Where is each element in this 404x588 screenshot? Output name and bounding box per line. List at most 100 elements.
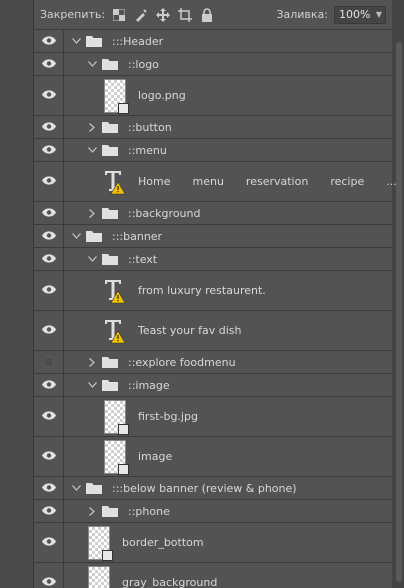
chevron-down-icon[interactable] (86, 382, 98, 388)
visibility-toggle[interactable] (34, 139, 64, 161)
visibility-toggle[interactable] (34, 202, 64, 224)
layer-group-row[interactable]: ::background (34, 202, 392, 225)
eye-icon (41, 175, 56, 188)
layer-group-row[interactable]: :::banner (34, 225, 392, 248)
layer-group-name: ::explore foodmenu (128, 355, 236, 369)
visibility-toggle[interactable] (34, 437, 64, 476)
layer-row[interactable]: border_bottom (34, 523, 392, 563)
smart-object-icon (102, 549, 113, 561)
layer-group-row[interactable]: ::phone (34, 500, 392, 523)
layer-group-name: ::menu (128, 143, 167, 157)
folder-icon (102, 58, 118, 70)
folder-icon (86, 35, 102, 47)
visibility-toggle[interactable] (34, 500, 64, 522)
visibility-toggle[interactable] (34, 351, 64, 373)
layer-row[interactable]: gray_background (34, 563, 392, 588)
fill-opacity-value: 100% (339, 8, 371, 21)
text-layer-warning-icon (104, 169, 126, 195)
folder-icon (102, 121, 118, 133)
layer-group-row[interactable]: :::below banner (review & phone) (34, 477, 392, 500)
layer-name: gray_background (122, 576, 218, 588)
layer-group-row[interactable]: ::menu (34, 139, 392, 162)
layer-group-row[interactable]: :::Header (34, 30, 392, 53)
hidden-visibility-box (43, 357, 54, 367)
visibility-toggle[interactable] (34, 477, 64, 499)
folder-icon (102, 253, 118, 265)
chevron-right-icon[interactable] (86, 357, 98, 367)
chevron-right-icon[interactable] (86, 208, 98, 218)
chevron-down-icon[interactable] (86, 61, 98, 67)
chevron-down-icon[interactable] (70, 233, 82, 239)
chevron-down-icon[interactable]: ▼ (376, 10, 385, 19)
chevron-down-icon[interactable] (86, 147, 98, 153)
layer-group-row[interactable]: ::text (34, 248, 392, 271)
text-layer-warning-icon (104, 318, 126, 344)
layer-group-name: :::Header (112, 34, 164, 48)
layer-group-name: ::phone (128, 504, 170, 518)
folder-icon (102, 207, 118, 219)
eye-icon (41, 253, 56, 266)
lock-all-icon[interactable] (199, 7, 215, 23)
visibility-toggle[interactable] (34, 248, 64, 270)
visibility-toggle[interactable] (34, 53, 64, 75)
eye-icon (41, 505, 56, 518)
visibility-toggle[interactable] (34, 116, 64, 138)
layer-group-name: ::logo (128, 57, 159, 71)
layer-name: logo.png (138, 89, 186, 102)
visibility-toggle[interactable] (34, 225, 64, 247)
folder-icon (102, 356, 118, 368)
visibility-toggle[interactable] (34, 162, 64, 201)
fill-label: Заливка: (276, 8, 328, 21)
smart-object-icon (118, 102, 129, 114)
layer-row[interactable]: Teast your fav dish (34, 311, 392, 351)
eye-icon (41, 207, 56, 220)
layer-name: Teast your fav dish (138, 324, 242, 337)
scrollbar-thumb[interactable] (396, 42, 402, 582)
folder-icon (102, 144, 118, 156)
eye-icon (41, 379, 56, 392)
layer-name-word: menu (192, 175, 224, 188)
eye-icon (41, 35, 56, 48)
layer-thumbnail (88, 565, 110, 588)
visibility-toggle[interactable] (34, 271, 64, 310)
layer-name-word: Home (138, 175, 171, 188)
visibility-toggle[interactable] (34, 76, 64, 115)
chevron-down-icon[interactable] (70, 485, 82, 491)
layer-row[interactable]: from luxury restaurent. (34, 271, 392, 311)
eye-icon (41, 144, 56, 157)
layers-list: :::Header::logologo.png::button::menuHom… (34, 30, 397, 588)
fill-opacity-field[interactable]: 100% ▼ (334, 5, 386, 24)
layer-group-row[interactable]: ::logo (34, 53, 392, 76)
layer-group-row[interactable]: ::explore foodmenu (34, 351, 392, 374)
chevron-down-icon[interactable] (70, 38, 82, 44)
visibility-toggle[interactable] (34, 563, 64, 588)
layer-group-row[interactable]: ::image (34, 374, 392, 397)
layer-group-name: ::image (128, 378, 170, 392)
lock-transparent-pixels-icon[interactable] (111, 7, 127, 23)
lock-label: Закрепить: (40, 8, 106, 21)
chevron-down-icon[interactable] (86, 256, 98, 262)
layer-group-name: ::text (128, 252, 158, 266)
layer-name: Home menu reservation recipe... (138, 175, 404, 188)
visibility-toggle[interactable] (34, 311, 64, 350)
layer-row[interactable]: image (34, 437, 392, 477)
chevron-right-icon[interactable] (86, 122, 98, 132)
layer-row[interactable]: Home menu reservation recipe... (34, 162, 397, 202)
layer-name: first-bg.jpg (138, 410, 198, 423)
lock-position-move-icon[interactable] (155, 7, 171, 23)
artboard-autonest-icon[interactable] (177, 7, 193, 23)
visibility-toggle[interactable] (34, 374, 64, 396)
scrollbar[interactable] (392, 0, 404, 588)
eye-icon (41, 230, 56, 243)
visibility-toggle[interactable] (34, 397, 64, 436)
lock-image-pixels-icon[interactable] (133, 7, 149, 23)
visibility-toggle[interactable] (34, 30, 64, 52)
layer-row[interactable]: logo.png (34, 76, 392, 116)
layer-row[interactable]: first-bg.jpg (34, 397, 392, 437)
eye-icon (41, 410, 56, 423)
visibility-toggle[interactable] (34, 523, 64, 562)
eye-icon (41, 536, 56, 549)
chevron-right-icon[interactable] (86, 506, 98, 516)
layer-group-row[interactable]: ::button (34, 116, 392, 139)
eye-icon (41, 576, 56, 588)
